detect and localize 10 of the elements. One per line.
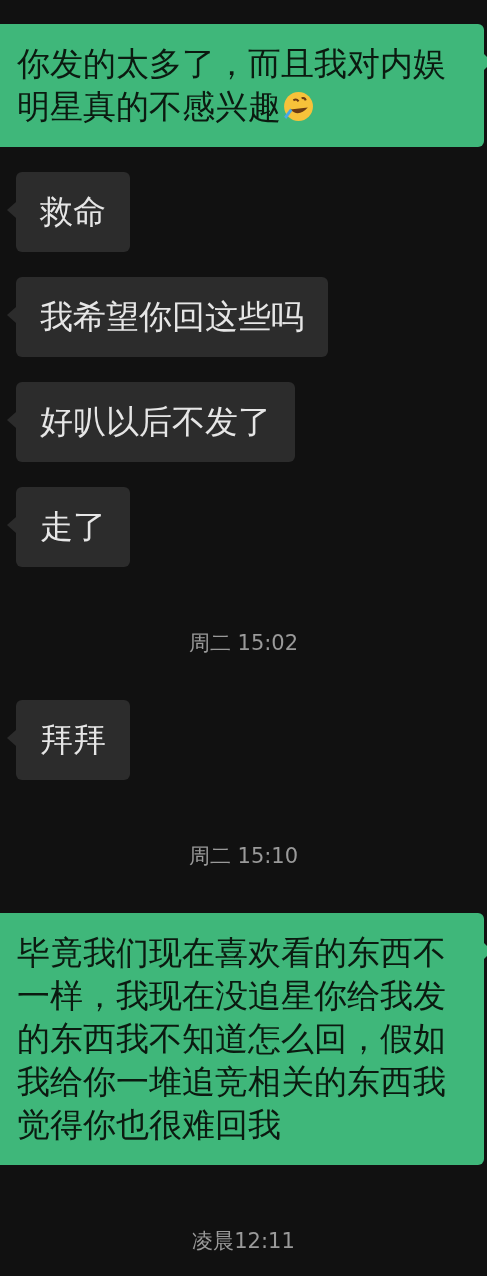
- message-text: 你发的太多了，而且我对内娱明星真的不感兴趣: [17, 44, 446, 126]
- message-text: 毕竟我们现在喜欢看的东西不一样，我现在没追星你给我发的东西我不知道怎么回，假如我给你一堆追竞相关的东西我觉得你也很难回我: [17, 933, 446, 1144]
- timestamp: 周二 15:10: [188, 844, 299, 868]
- message-text: 拜拜: [40, 720, 106, 759]
- message-text: 我希望你回这些吗: [40, 297, 304, 336]
- message-text: 走了: [40, 507, 106, 546]
- timestamp: 周二 15:02: [188, 631, 299, 655]
- message-text: 好叭以后不发了: [40, 402, 271, 441]
- message-text: 救命: [40, 192, 106, 231]
- timestamp: 凌晨12:11: [192, 1229, 295, 1253]
